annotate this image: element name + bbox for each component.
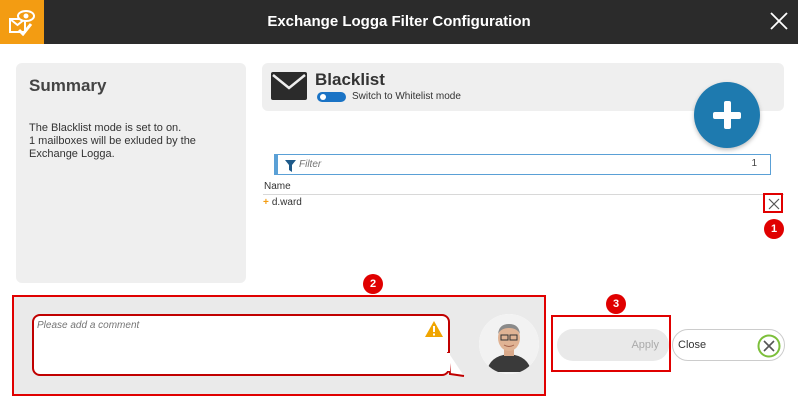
close-label: Close bbox=[678, 339, 707, 351]
comment-input[interactable] bbox=[37, 320, 417, 370]
avatar bbox=[479, 314, 539, 374]
callout-badge-2: 2 bbox=[363, 274, 383, 294]
filter-input[interactable] bbox=[299, 157, 699, 172]
summary-panel: Summary The Blacklist mode is set to on.… bbox=[16, 63, 246, 283]
warning-icon bbox=[424, 320, 444, 343]
filter-accent bbox=[275, 155, 278, 174]
mailbox-name: d.ward bbox=[271, 197, 302, 208]
summary-line: 1 mailboxes will be exluded by the bbox=[29, 135, 196, 147]
close-window-icon[interactable] bbox=[768, 10, 790, 32]
close-button[interactable]: Close bbox=[672, 329, 785, 361]
title-bar: Exchange Logga Filter Configuration bbox=[0, 0, 798, 44]
toggle-knob bbox=[320, 94, 326, 100]
callout-badge-1: 1 bbox=[764, 219, 784, 239]
table-row[interactable]: + d.ward bbox=[263, 197, 784, 211]
callout-badge-3: 3 bbox=[606, 294, 626, 314]
summary-line: Exchange Logga. bbox=[29, 148, 115, 160]
filter-count: 1 bbox=[751, 158, 757, 169]
window-title: Exchange Logga Filter Configuration bbox=[267, 13, 531, 30]
delete-row-button[interactable] bbox=[763, 193, 783, 213]
summary-text: The Blacklist mode is set to on. 1 mailb… bbox=[29, 122, 233, 161]
toggle-label: Switch to Whitelist mode bbox=[352, 91, 461, 102]
blacklist-title: Blacklist bbox=[315, 70, 385, 89]
summary-line: The Blacklist mode is set to on. bbox=[29, 122, 182, 134]
envelope-icon bbox=[271, 72, 307, 105]
whitelist-mode-toggle[interactable] bbox=[317, 92, 346, 102]
expand-icon[interactable]: + bbox=[263, 197, 269, 208]
name-column-header[interactable]: Name bbox=[263, 181, 784, 195]
comment-bubble-tail bbox=[446, 351, 465, 377]
filter-icon bbox=[285, 159, 296, 177]
apply-button[interactable]: Apply bbox=[557, 329, 669, 361]
filter-bar: 1 bbox=[274, 154, 771, 175]
close-circle-icon bbox=[757, 334, 781, 358]
summary-title: Summary bbox=[29, 76, 107, 95]
add-mailbox-button[interactable] bbox=[694, 82, 760, 148]
